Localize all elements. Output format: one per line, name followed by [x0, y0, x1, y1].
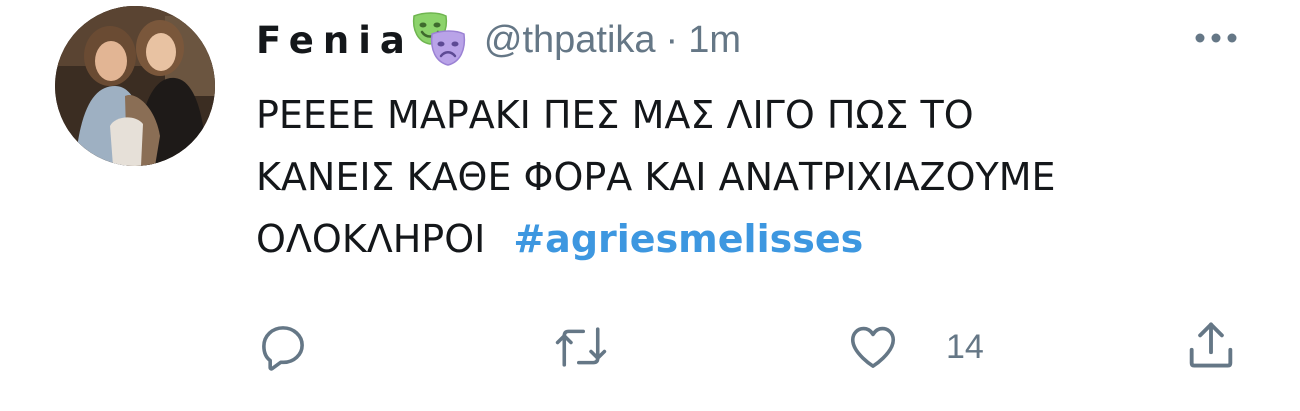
retweet-button[interactable]	[552, 320, 610, 374]
tweet-timestamp[interactable]: 1m	[688, 19, 741, 62]
heart-icon	[850, 326, 896, 368]
like-button[interactable]: 14	[846, 320, 984, 374]
share-button[interactable]	[1182, 316, 1240, 374]
user-handle[interactable]: @thpatika	[484, 19, 656, 62]
like-count: 14	[946, 327, 984, 366]
display-name[interactable]: Fenia	[256, 19, 414, 62]
avatar[interactable]	[55, 6, 215, 166]
tweet-text: ΡΕΕΕΕ ΜΑΡΑΚΙ ΠΕΣ ΜΑΣ ΛΙΓΟ ΠΩΣ ΤΟ ΚΑΝΕΙΣ …	[256, 84, 1276, 270]
tweet-text-line-content: ΟΛΟΚΛΗΡΟΙ	[256, 217, 486, 261]
tweet-text-line: ΡΕΕΕΕ ΜΑΡΑΚΙ ΠΕΣ ΜΑΣ ΛΙΓΟ ΠΩΣ ΤΟ	[256, 93, 974, 137]
performing-arts-masks-icon	[408, 12, 470, 68]
retweet-icon	[555, 327, 607, 367]
tweet-text-line: ΚΑΝΕΙΣ ΚΑΘΕ ΦΟΡΑ ΚΑΙ ΑΝΑΤΡΙΧΙΑΖΟΥΜΕ	[256, 155, 1056, 199]
reply-icon	[262, 326, 304, 371]
tweet-header: Fenia @thpatika · 1m	[256, 12, 741, 68]
separator-dot: ·	[665, 18, 679, 61]
share-icon	[1189, 322, 1233, 368]
tweet-text-line-last: ΟΛΟΚΛΗΡΟΙ #agriesmelisses	[256, 208, 1276, 270]
hashtag-link[interactable]: #agriesmelisses	[513, 217, 863, 261]
tweet: Fenia @thpatika · 1m ΡΕΕΕΕ ΜΑΡΑΚΙ ΠΕΣ ΜΑ…	[0, 0, 1300, 411]
reply-button[interactable]	[256, 320, 310, 374]
more-dots-icon[interactable]	[1192, 30, 1240, 46]
avatar-photo	[55, 6, 215, 166]
